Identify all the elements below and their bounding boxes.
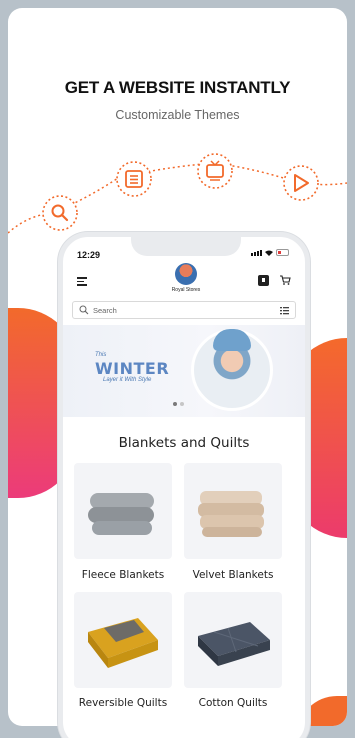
store-name: Royal Stores — [171, 287, 201, 293]
tv-icon — [197, 153, 233, 189]
search-bar[interactable]: Search — [72, 301, 296, 319]
banner-line1: This — [95, 352, 107, 358]
signal-icon — [251, 249, 262, 256]
banner-hat-image — [213, 329, 251, 351]
headline: GET A WEBSITE INSTANTLY — [64, 78, 291, 97]
product-tile-fleece[interactable] — [74, 463, 172, 559]
product-label-fleece[interactable]: Fleece Blankets — [68, 569, 178, 581]
cart-icon[interactable] — [279, 274, 291, 286]
phone-mockup: 12:29 Royal Stores Search This WINTER La… — [58, 232, 310, 738]
promo-banner[interactable]: This WINTER Layer it With Style — [63, 325, 305, 417]
status-indicators — [251, 249, 289, 256]
list-view-icon[interactable] — [280, 306, 289, 315]
hamburger-menu-icon[interactable] — [77, 277, 87, 288]
product-label-velvet[interactable]: Velvet Blankets — [178, 569, 288, 581]
list-icon — [116, 161, 152, 197]
banner-title: WINTER — [95, 359, 170, 378]
store-logo[interactable]: Royal Stores — [166, 263, 206, 293]
velvet-blanket-image — [198, 491, 264, 537]
status-time: 12:29 — [77, 250, 101, 260]
product-label-reversible[interactable]: Reversible Quilts — [68, 697, 178, 709]
subheadline: Customizable Themes — [115, 108, 240, 122]
app-header: Royal Stores — [63, 263, 305, 299]
product-tile-velvet[interactable] — [184, 463, 282, 559]
status-bar: 12:29 — [63, 237, 305, 263]
play-icon — [283, 165, 319, 201]
section-title: Blankets and Quilts — [118, 435, 250, 451]
cotton-quilt-image — [198, 622, 270, 666]
product-tile-reversible[interactable] — [74, 592, 172, 688]
search-icon — [79, 305, 89, 315]
reversible-quilt-image — [88, 618, 158, 668]
battery-icon — [276, 249, 289, 256]
account-icon[interactable] — [258, 275, 269, 286]
search-placeholder: Search — [93, 306, 117, 315]
fleece-blanket-image — [88, 493, 154, 535]
product-label-cotton[interactable]: Cotton Quilts — [178, 697, 288, 709]
search-icon — [42, 195, 78, 231]
wifi-icon — [265, 250, 273, 256]
carousel-dots[interactable] — [173, 402, 184, 406]
product-tile-cotton[interactable] — [184, 592, 282, 688]
banner-tagline: Layer it With Style — [103, 377, 152, 383]
store-logo-image — [175, 263, 197, 285]
